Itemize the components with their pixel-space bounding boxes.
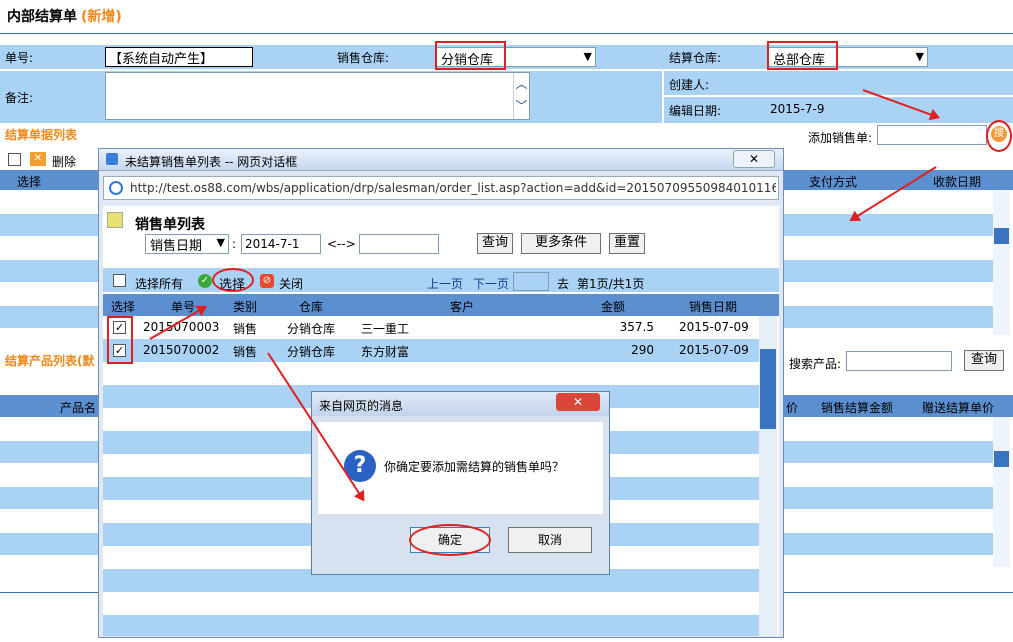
- product-col-gift-price: 赠送结算单价: [922, 401, 995, 415]
- product-scrollbar[interactable]: [993, 417, 1010, 567]
- page-title: 内部结算单 (新增): [7, 9, 122, 25]
- confirm-text: 你确定要添加需结算的销售单吗？: [384, 460, 565, 474]
- col-date: 销售日期: [689, 300, 738, 314]
- select-all-label: 选择所有: [135, 277, 184, 291]
- chevron-down-icon: ▼: [583, 50, 592, 63]
- col-customer: 客户: [450, 300, 475, 314]
- more-conditions-button[interactable]: 更多条件: [521, 233, 601, 254]
- dialog-close-icon[interactable]: ✕: [733, 150, 775, 168]
- col-amount: 金额: [601, 300, 626, 314]
- annotation-circle-search: [986, 120, 1012, 152]
- list-col-recv-date: 收款日期: [933, 175, 982, 189]
- prev-page-link[interactable]: 上一页: [427, 275, 463, 292]
- form-row-2b: [664, 71, 1013, 95]
- page-info: 第1页/共1页: [577, 277, 645, 291]
- remark-textarea[interactable]: ︿ ﹀: [105, 72, 530, 120]
- annotation-box-settle-wh: [767, 41, 838, 70]
- product-col-price: 价: [786, 401, 799, 415]
- ie-icon: [106, 153, 118, 165]
- order-no-field: 【系统自动产生】: [105, 47, 253, 67]
- dialog-header: 销售单列表: [135, 217, 205, 233]
- query-button[interactable]: 查询: [477, 233, 513, 254]
- confirm-titlebar: 来自网页的消息 ✕: [312, 392, 609, 416]
- table-row: [103, 615, 759, 636]
- list-scrollbar[interactable]: [993, 190, 1010, 335]
- list-col-select: 选择: [17, 175, 42, 189]
- close-icon: ⊘: [260, 274, 274, 288]
- table-row[interactable]: ✓ 2015070003 销售 分销仓库 三一重工 357.5 2015-07-…: [103, 316, 759, 339]
- title-divider: [0, 33, 1013, 34]
- ie-page-icon: [109, 181, 123, 195]
- dialog-titlebar: 未结算销售单列表 -- 网页对话框 ✕: [99, 149, 783, 171]
- list-select-all-checkbox[interactable]: [8, 153, 21, 166]
- col-select: 选择: [111, 300, 136, 314]
- table-row[interactable]: ✓ 2015070002 销售 分销仓库 东方财富 290 2015-07-09: [103, 339, 759, 362]
- annotation-box-checkboxes: [107, 316, 133, 364]
- creator-label: 创建人:: [669, 78, 710, 92]
- confirm-title: 来自网页的消息: [319, 399, 404, 413]
- product-col-name: 产品名: [60, 401, 97, 415]
- next-page-link[interactable]: 下一页: [473, 275, 509, 292]
- dialog-scrollbar[interactable]: [759, 316, 777, 636]
- sales-wh-label: 销售仓库:: [337, 51, 390, 65]
- page-input[interactable]: [513, 272, 549, 291]
- edit-date-label: 编辑日期:: [669, 104, 722, 118]
- col-warehouse: 仓库: [299, 300, 324, 314]
- settle-wh-label: 结算仓库:: [669, 51, 722, 65]
- add-order-label: 添加销售单:: [808, 131, 873, 145]
- close-button[interactable]: 关闭: [279, 275, 303, 292]
- chevron-down-icon: ▼: [216, 236, 225, 249]
- reset-button[interactable]: 重置: [609, 233, 645, 254]
- remark-label: 备注:: [5, 91, 34, 105]
- range-sep: <-->: [327, 237, 356, 251]
- order-no-label: 单号:: [5, 51, 34, 65]
- product-section-title: 结算产品列表(默: [5, 354, 95, 368]
- edit-date-value: 2015-7-9: [770, 102, 825, 116]
- list-col-pay: 支付方式: [809, 175, 858, 189]
- annotation-box-sales-wh: [435, 41, 506, 70]
- col-type: 类别: [233, 300, 258, 314]
- dialog-address-bar: http://test.os88.com/wbs/application/drp…: [103, 176, 779, 200]
- date-from-input[interactable]: 2014-7-1: [241, 234, 321, 254]
- product-search-input[interactable]: [846, 351, 952, 371]
- chevron-down-icon: ▼: [915, 50, 924, 63]
- delete-button[interactable]: 删除: [52, 153, 76, 170]
- cancel-button[interactable]: 取消: [508, 527, 592, 553]
- check-icon: ✓: [198, 274, 212, 288]
- annotation-ellipse-ok: [409, 524, 491, 556]
- date-to-input[interactable]: [359, 234, 439, 254]
- colon-label: :: [232, 237, 237, 251]
- add-order-input[interactable]: [877, 125, 987, 145]
- list-icon: [107, 212, 123, 228]
- product-search-button[interactable]: 查询: [964, 350, 1004, 371]
- dialog-title: 未结算销售单列表 -- 网页对话框: [125, 155, 298, 169]
- list-section-title: 结算单据列表: [5, 128, 78, 142]
- select-all-checkbox[interactable]: [113, 274, 126, 287]
- delete-icon: ✕: [30, 152, 46, 166]
- date-field-select[interactable]: 销售日期 ▼: [145, 234, 229, 254]
- product-col-sales-amount: 销售结算金额: [821, 401, 894, 415]
- annotation-ellipse-select: [212, 268, 254, 292]
- dialog-url: http://test.os88.com/wbs/application/drp…: [130, 181, 776, 195]
- confirm-dialog: 来自网页的消息 ✕ ? 你确定要添加需结算的销售单吗？ 确定 取消: [311, 391, 610, 575]
- product-search-label: 搜索产品:: [789, 357, 842, 371]
- goto-label[interactable]: 去: [557, 275, 569, 292]
- confirm-close-icon[interactable]: ✕: [556, 393, 600, 411]
